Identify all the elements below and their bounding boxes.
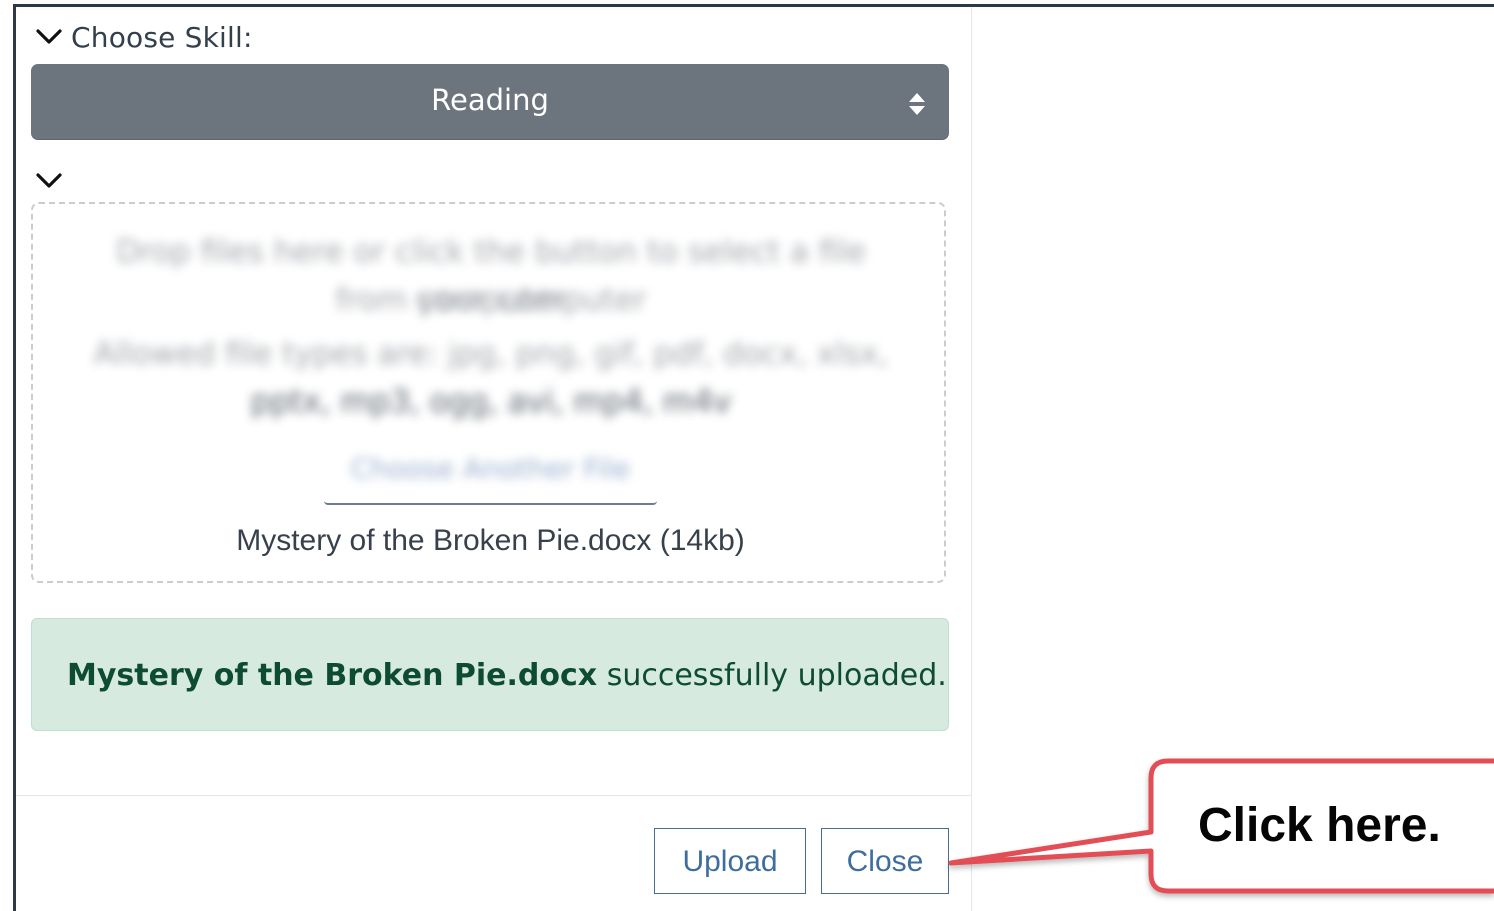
screenshot-canvas: Choose Skill: Reading Drop files here or…: [0, 0, 1494, 911]
selected-file-name: Mystery of the Broken Pie.docx (14kb): [236, 524, 745, 557]
close-button[interactable]: Close: [821, 828, 949, 894]
upload-success-alert: Mystery of the Broken Pie.docx successfu…: [31, 618, 949, 731]
choose-skill-toggle[interactable]: Choose Skill:: [33, 20, 283, 54]
upload-button[interactable]: Upload: [654, 828, 806, 894]
sort-icon: [909, 93, 925, 115]
upload-success-message: Mystery of the Broken Pie.docx successfu…: [67, 657, 947, 695]
file-dropzone[interactable]: Drop files here or click the button to s…: [31, 202, 946, 583]
chevron-down-icon[interactable]: [33, 165, 65, 197]
choose-skill-label: Choose Skill:: [71, 20, 253, 54]
choose-another-file-button[interactable]: Choose Another File: [324, 434, 657, 505]
dropzone-instructions-continued-blurred: computer: [416, 282, 566, 318]
selected-skill: Reading: [431, 83, 549, 117]
uploaded-file-name: Mystery of the Broken Pie.docx: [67, 658, 598, 693]
upload-success-text: successfully uploaded.: [606, 658, 947, 693]
dialog-footer-divider: [16, 795, 971, 796]
callout-click-here-text: Click here.: [1198, 799, 1441, 852]
allowed-file-types-continued-blurred: pptx, mp3, ogg, avi, mp4, m4v: [250, 384, 732, 420]
chevron-down-icon: [36, 29, 62, 44]
choose-another-file-label: Choose Another File: [350, 452, 631, 485]
skill-select[interactable]: Reading: [31, 64, 949, 140]
